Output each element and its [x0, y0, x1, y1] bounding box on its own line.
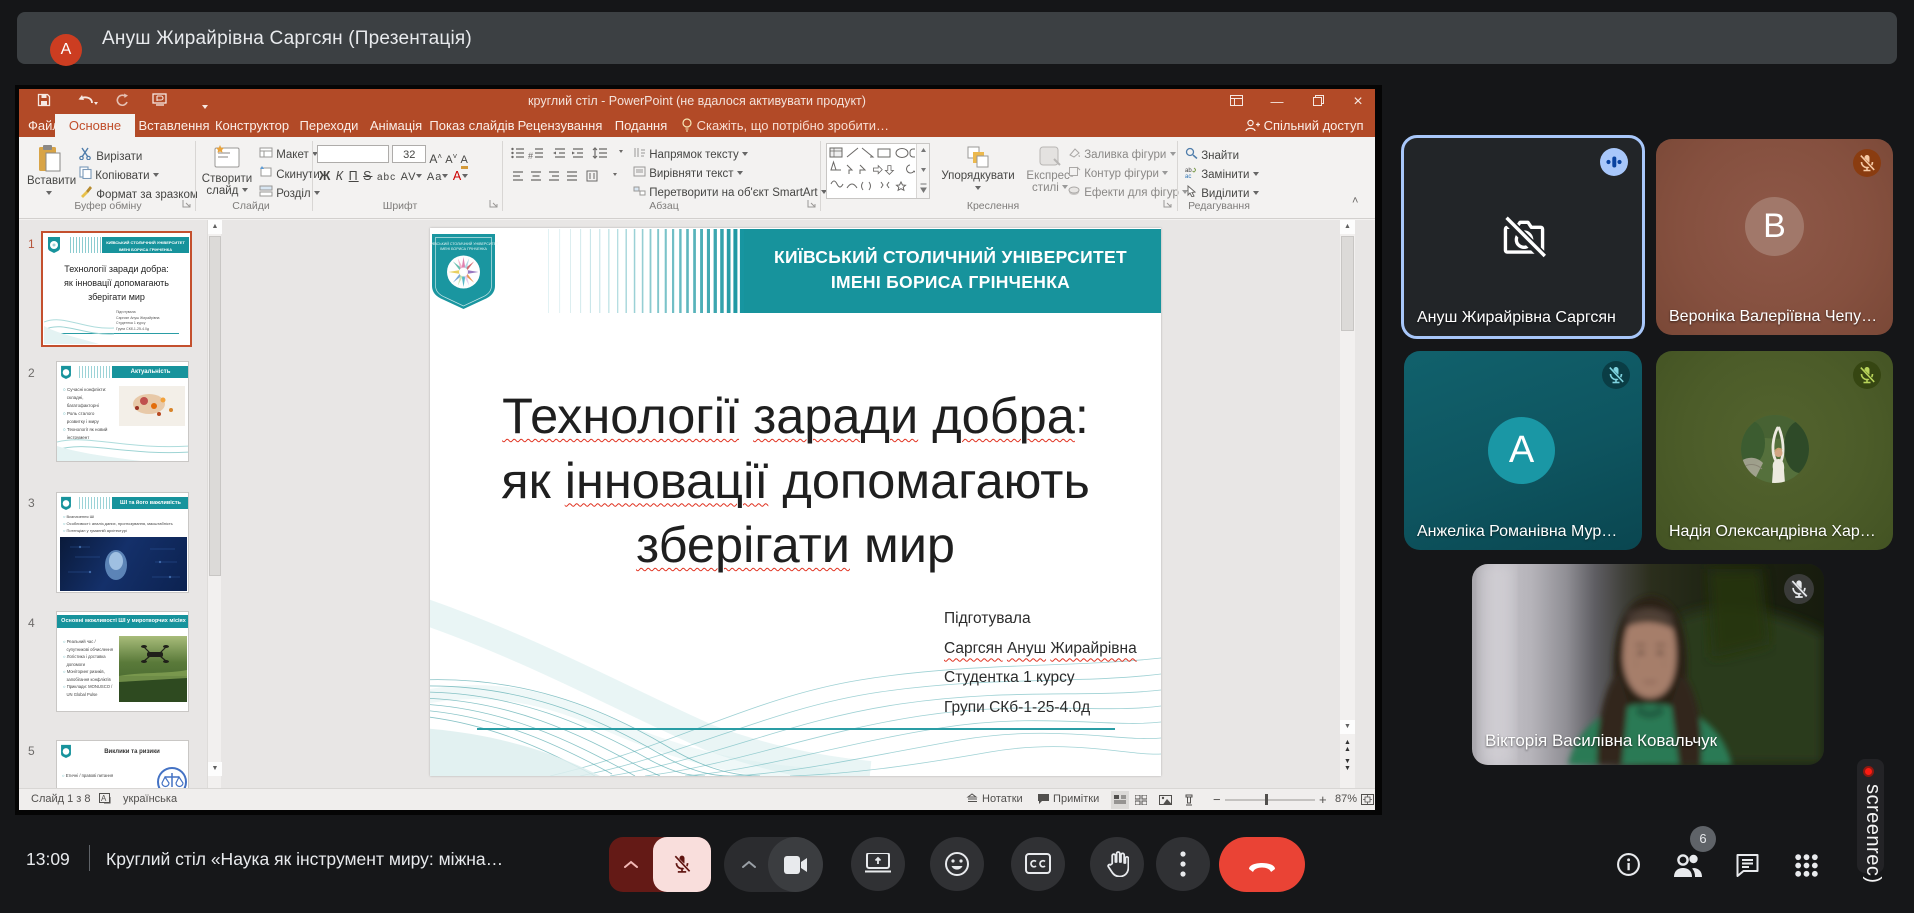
svg-text:A: A	[101, 794, 107, 803]
svg-text:ІМЕНІ БОРИСА ГРІНЧЕНКА: ІМЕНІ БОРИСА ГРІНЧЕНКА	[440, 247, 487, 251]
svg-text:КИЇВСЬКИЙ СТОЛИЧНИЙ УНІВЕРСИТЕ: КИЇВСЬКИЙ СТОЛИЧНИЙ УНІВЕРСИТЕТ	[430, 242, 499, 246]
svg-text:ac: ac	[1185, 174, 1191, 178]
svg-text:#: #	[528, 151, 533, 160]
